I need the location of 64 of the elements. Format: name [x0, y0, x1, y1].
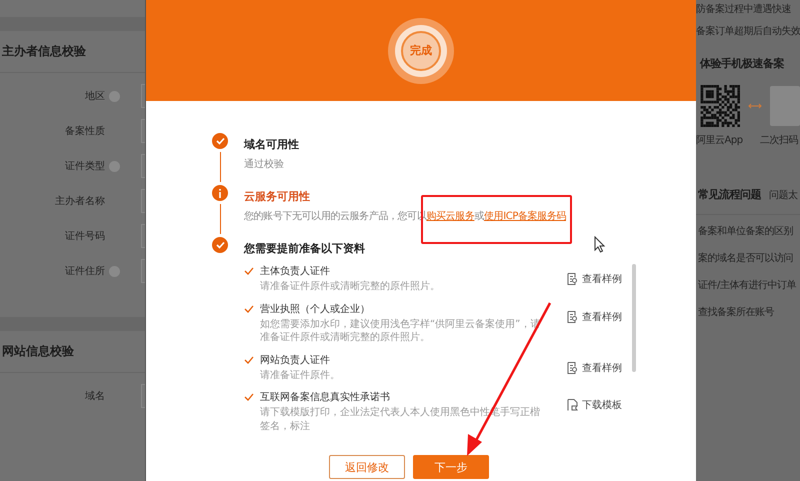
- input-field[interactable]: [141, 189, 145, 213]
- field-label: 地区: [85, 90, 105, 103]
- step-title: 域名可用性: [244, 137, 299, 152]
- step-title: 您需要提前准备以下资料: [244, 241, 365, 256]
- phone-screenshot: [770, 86, 800, 126]
- info-circle-icon: [212, 185, 228, 201]
- field-label: 证件住所: [65, 264, 105, 278]
- input-field[interactable]: [141, 384, 145, 408]
- check-icon: [244, 304, 254, 312]
- scrollbar[interactable]: [632, 264, 636, 372]
- download-link[interactable]: 下载模板: [550, 398, 622, 412]
- view-sample-link[interactable]: 查看样例: [550, 360, 622, 374]
- buy-link[interactable]: 购买云服务: [426, 211, 474, 222]
- step-description: 通过校验: [244, 159, 284, 170]
- check-circle-icon: [212, 133, 228, 149]
- notice-text: 备案订单超期后自动失效: [696, 24, 800, 39]
- material-description: 请准备证件原件或清晰完整的原件照片。: [260, 280, 441, 294]
- input-field[interactable]: [141, 154, 145, 178]
- faq-link[interactable]: 证件/主体有进行中订单: [696, 269, 800, 296]
- view-sample-link[interactable]: 查看样例: [550, 310, 622, 324]
- field-label: 主办者名称: [55, 194, 105, 208]
- caption-text: 阿里云App: [696, 134, 743, 147]
- section-title: 常见流程问题: [698, 187, 761, 202]
- field-label: 备案性质: [65, 124, 105, 138]
- notice-text: 防备案过程中遭遇快速: [696, 2, 792, 17]
- faq-link[interactable]: 备案和单位备案的区别: [696, 215, 800, 242]
- material-description: 请准备证件原件。: [260, 368, 341, 382]
- help-icon[interactable]: [109, 90, 120, 102]
- view-sample-link[interactable]: 查看样例: [550, 272, 622, 286]
- input-field[interactable]: [141, 224, 145, 248]
- check-icon: [244, 393, 254, 401]
- check-circle-icon: [212, 237, 228, 253]
- mouse-cursor-icon: [594, 236, 606, 253]
- field-label: 域名: [85, 390, 105, 403]
- material-title: 网站负责人证件: [260, 354, 331, 366]
- material-title: 营业执照（个人或企业）: [260, 302, 371, 316]
- section-title: 体验手机极速备案: [698, 56, 785, 72]
- more-link[interactable]: 问题太: [769, 188, 798, 202]
- input-field[interactable]: [141, 259, 145, 283]
- material-title: 互联网备案信息真实性承诺书: [260, 390, 391, 404]
- check-icon: [244, 267, 254, 275]
- input-field[interactable]: [141, 119, 145, 143]
- check-icon: [244, 356, 254, 364]
- faq-link[interactable]: 案的域名是否可以访问: [696, 242, 800, 269]
- status-badge: 完成: [401, 30, 441, 70]
- document-icon: [567, 310, 578, 322]
- document-icon: [567, 273, 578, 285]
- help-icon[interactable]: [109, 160, 120, 172]
- field-label: 证件号码: [65, 230, 105, 243]
- separator-text: 或: [474, 211, 484, 222]
- faq-link[interactable]: 查找备案所在账号: [696, 296, 800, 323]
- qr-code-icon: [698, 85, 740, 127]
- document-flag-icon: [567, 399, 578, 411]
- swap-arrow-icon: [748, 103, 762, 109]
- help-icon[interactable]: [109, 266, 120, 276]
- caption-text: 二次扫码: [760, 134, 798, 147]
- next-button[interactable]: 下一步: [413, 455, 489, 479]
- service-code-link[interactable]: 使用ICP备案服务码: [484, 211, 566, 222]
- step-title: 云服务可用性: [244, 189, 310, 204]
- back-button[interactable]: 返回修改: [329, 455, 405, 479]
- material-title: 主体负责人证件: [260, 264, 331, 278]
- document-icon: [567, 362, 578, 374]
- field-label: 证件类型: [65, 160, 105, 173]
- input-field[interactable]: [141, 84, 145, 108]
